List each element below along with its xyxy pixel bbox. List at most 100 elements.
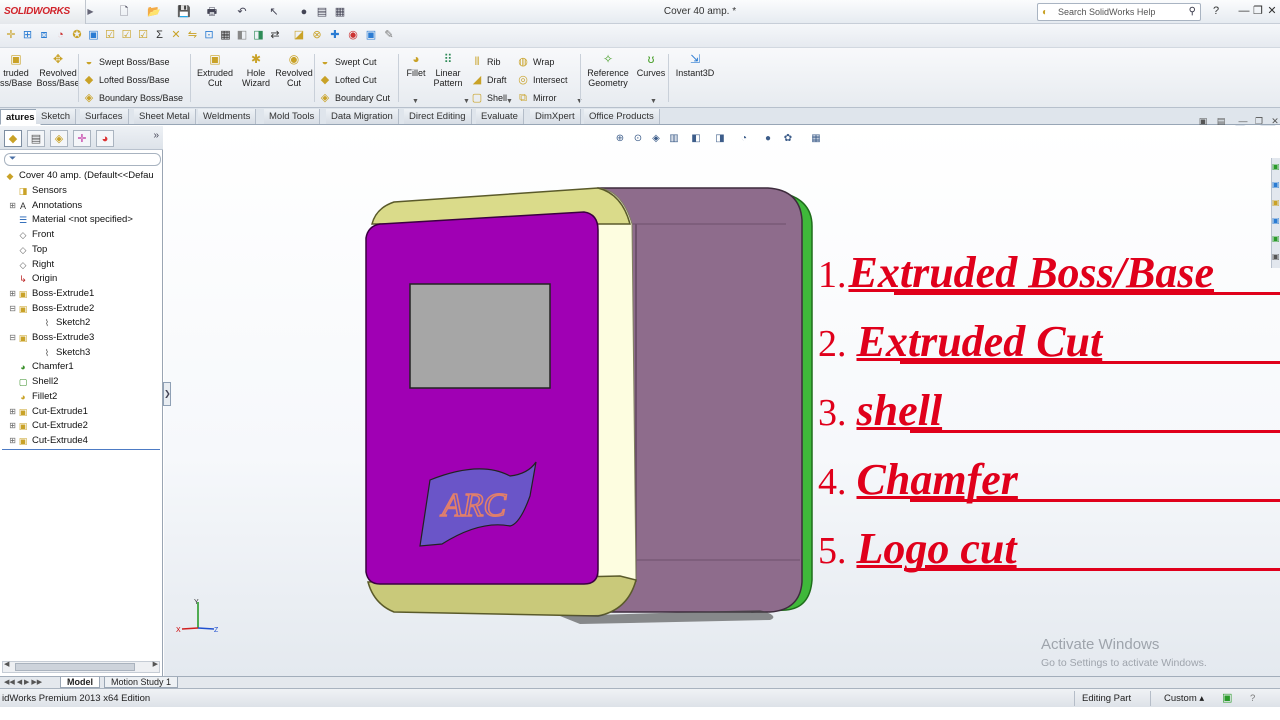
rebuild-status-icon[interactable]: ▣ [1222,689,1232,708]
rib-button[interactable]: ⫴ Rib [470,54,501,70]
configuration-manager-tab-icon[interactable]: ◈ [50,130,68,147]
scroll-right-icon[interactable]: ▶ [153,660,158,668]
tree-item-right[interactable]: ◇ Right [8,257,55,272]
3d-model[interactable]: ARC [360,180,820,630]
toolbar-tool-icon[interactable]: ☑ [136,28,150,42]
tree-item-top[interactable]: ◇ Top [8,242,48,257]
tree-expand-icon[interactable]: ⊞ [8,404,17,419]
toolbar-tool-icon[interactable]: ⊗ [310,28,324,42]
property-manager-tab-icon[interactable]: ▤ [27,130,45,147]
toolbar-tool-icon[interactable]: ☑ [103,28,117,42]
toolbar-tool-icon[interactable]: ◧ [235,28,249,42]
toolbar-tool-icon[interactable]: ◪ [292,28,306,42]
tree-item-sketch3[interactable]: ⌇ Sketch3 [32,345,91,360]
tab-office-products[interactable]: Office Products [584,109,660,124]
zoom-to-fit-icon[interactable]: ⊕ [612,131,628,147]
tree-item-fillet2[interactable]: ◕ Fillet2 [8,389,57,404]
tab-sheet-metal[interactable]: Sheet Metal [134,109,196,124]
wrap-button[interactable]: ◍ Wrap [516,54,554,70]
scroll-thumb[interactable] [15,663,135,671]
help-search-input[interactable]: ◐ Search SolidWorks Help ⚲ [1037,3,1201,21]
tree-item-shell2[interactable]: ▢ Shell2 [8,374,59,389]
panel-splitter-handle[interactable]: ❯ [163,382,171,406]
view-settings-icon[interactable]: ▦ [808,131,824,147]
dropdown-arrow-icon[interactable]: ▼ [412,98,419,105]
fillet-button[interactable]: ◕ Fillet [402,52,430,78]
toolbar-tool-icon[interactable]: ⊡ [202,28,216,42]
extruded-cut-button[interactable]: ▣ Extruded Cut [194,52,236,88]
tab-direct-editing[interactable]: Direct Editing [404,109,472,124]
print-icon[interactable]: 🖶 [204,4,220,20]
task-pane-icon[interactable]: ▣ [1272,234,1280,243]
toolbar-tool-icon[interactable]: ✎ [382,28,396,42]
tree-item-cut-extrude2[interactable]: ⊞ ▣ Cut-Extrude2 [8,418,88,433]
tree-expand-icon[interactable]: ⊞ [8,198,17,213]
tree-expand-icon[interactable]: ⊟ [8,301,17,316]
tab-dimxpert[interactable]: DimXpert [530,109,581,124]
task-pane-tabs[interactable]: ▣ ▣ ▣ ▣ ▣ ▣ [1271,158,1280,268]
toolbar-tool-icon[interactable]: Σ [153,28,167,42]
intersect-button[interactable]: ◎ Intersect [516,72,567,88]
revolved-cut-button[interactable]: ◉ Revolved Cut [274,52,314,88]
menu-arrow-icon[interactable]: ▶ [86,0,95,24]
toolbar-tool-icon[interactable]: ✚ [328,28,342,42]
toolbar-tool-icon[interactable]: ▣ [87,28,101,42]
toolbar-tool-icon[interactable]: ◔ [54,28,68,42]
toolbar-tool-icon[interactable]: ✛ [4,28,18,42]
boundary-boss-button[interactable]: ◈ Boundary Boss/Base [82,90,183,106]
toolbar-tool-icon[interactable]: ⇄ [268,28,282,42]
zoom-area-icon[interactable]: ⊙ [630,131,646,147]
tree-expand-icon[interactable]: ⊞ [8,286,17,301]
view-orientation-icon[interactable]: ◧ [688,131,704,147]
tree-item-cut-extrude4[interactable]: ⊞ ▣ Cut-Extrude4 [8,433,88,448]
toolbar-tool-icon[interactable]: ⊞ [21,28,35,42]
save-icon[interactable]: 💾 [176,4,192,20]
traffic-light-icon[interactable]: ● [296,4,312,20]
open-icon[interactable]: 📂 [146,4,162,20]
tree-item-boss-extrude1[interactable]: ⊞ ▣ Boss-Extrude1 [8,286,94,301]
close-icon[interactable]: ✕ [1264,2,1280,20]
tab-motion-study[interactable]: Motion Study 1 [104,677,179,688]
tab-mold-tools[interactable]: Mold Tools [264,109,321,124]
panel-horizontal-scrollbar[interactable]: ◀ ▶ [2,661,160,673]
select-icon[interactable]: ↖ [266,4,282,20]
options-icon[interactable]: ▦ [332,4,348,20]
reference-geometry-button[interactable]: ✧ Reference Geometry [584,52,632,88]
feature-manager-tab-icon[interactable]: ◆ [4,130,22,147]
lofted-boss-button[interactable]: ◆ Lofted Boss/Base [82,72,170,88]
toolbar-tool-icon[interactable]: ⇋ [186,28,200,42]
tab-navigation-icon[interactable]: ◀◀ ◀ ▶ ▶▶ [4,677,42,688]
new-icon[interactable]: 🗋 [116,4,132,20]
toolbar-tool-icon[interactable]: ⧈ [37,28,51,42]
dropdown-arrow-icon[interactable]: ▼ [650,98,657,105]
help-menu-icon[interactable]: ? [1208,2,1224,20]
tree-item-boss-extrude3[interactable]: ⊟ ▣ Boss-Extrude3 [8,330,94,345]
boundary-cut-button[interactable]: ◈ Boundary Cut [318,90,390,106]
task-pane-icon[interactable]: ▣ [1272,180,1280,189]
instant3d-button[interactable]: ⇲ Instant3D [672,52,718,78]
task-pane-icon[interactable]: ▣ [1272,198,1280,207]
tree-item-origin[interactable]: ↳ Origin [8,271,57,286]
draft-button[interactable]: ◢ Draft [470,72,507,88]
tree-item-annotations[interactable]: ⊞ A Annotations [8,198,82,213]
tree-expand-icon[interactable]: ⊞ [8,433,17,448]
toolbar-tool-icon[interactable]: ◉ [346,28,360,42]
hide-show-icon[interactable]: ◔ [736,131,752,147]
tree-item-chamfer1[interactable]: ◕ Chamfer1 [8,359,73,374]
swept-boss-button[interactable]: ◒ Swept Boss/Base [82,54,170,70]
solidworks-logo[interactable]: SOLIDWORKS [0,0,86,24]
display-manager-tab-icon[interactable]: ◕ [96,130,114,147]
tab-evaluate[interactable]: Evaluate [476,109,524,124]
tab-surfaces[interactable]: Surfaces [80,109,129,124]
file-properties-icon[interactable]: ▤ [314,4,330,20]
task-pane-icon[interactable]: ▣ [1272,162,1280,171]
display-style-icon[interactable]: ◨ [712,131,728,147]
curves-button[interactable]: ʊ Curves [634,52,668,78]
linear-pattern-button[interactable]: ⠿ Linear Pattern [430,52,466,88]
tree-item-cut-extrude1[interactable]: ⊞ ▣ Cut-Extrude1 [8,404,88,419]
task-pane-icon[interactable]: ▣ [1272,252,1280,261]
dimxpert-manager-tab-icon[interactable]: ✛ [73,130,91,147]
task-pane-icon[interactable]: ▣ [1272,216,1280,225]
undo-icon[interactable]: ↶ [234,4,250,20]
tree-item-sketch2[interactable]: ⌇ Sketch2 [32,315,91,330]
